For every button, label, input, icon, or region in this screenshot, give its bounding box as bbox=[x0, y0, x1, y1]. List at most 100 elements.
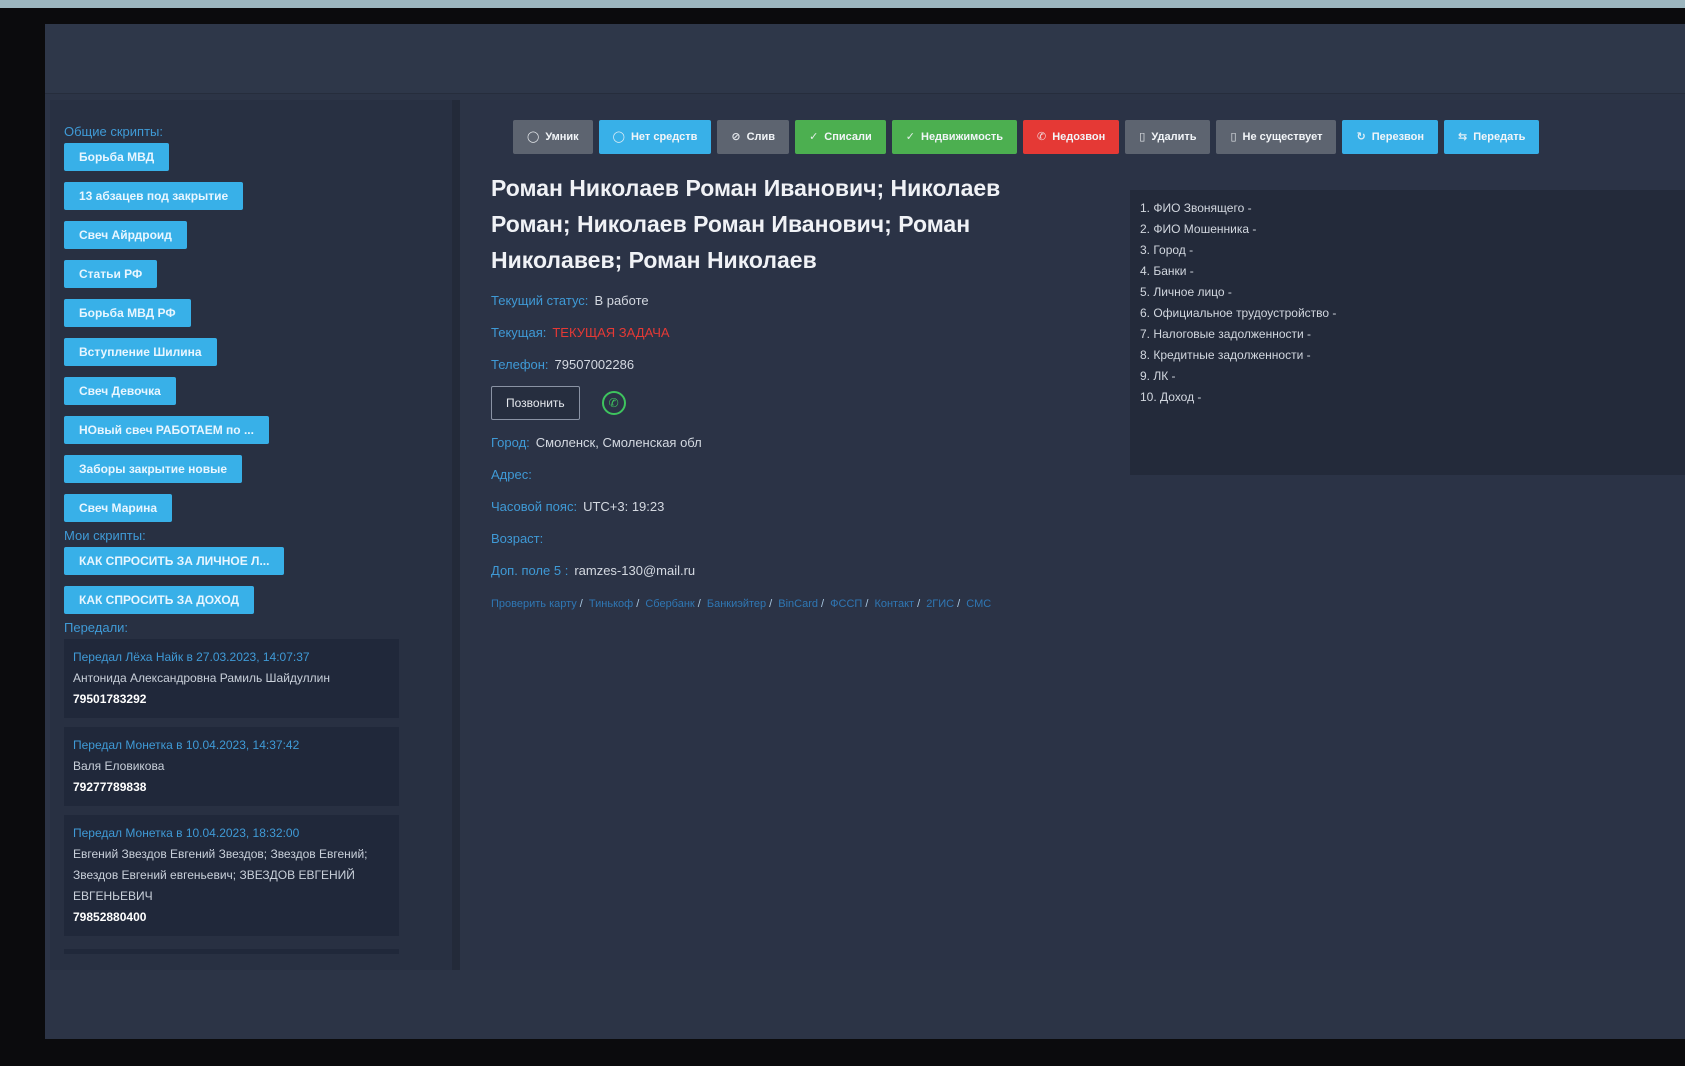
status-button-no-funds[interactable]: ◯ Нет средств bbox=[598, 120, 712, 154]
checklist-item: 6. Официальное трудоустройство - bbox=[1140, 306, 1337, 320]
age-row: Возраст: bbox=[491, 530, 1051, 548]
lead-card: Роман Николаев Роман Иванович; Николаев … bbox=[491, 170, 1051, 610]
notes-checklist[interactable]: 1. ФИО Звонящего - 2. ФИО Мошенника - 3.… bbox=[1130, 190, 1685, 475]
timezone-row: Часовой пояс: UTC+3: 19:23 bbox=[491, 498, 1051, 516]
checklist-item: 4. Банки - bbox=[1140, 264, 1194, 278]
script-button[interactable]: Борьба МВД РФ bbox=[64, 299, 191, 327]
transfers-list: Передал Лёха Найк в 27.03.2023, 14:07:37… bbox=[64, 639, 452, 954]
lead-title: Роман Николаев Роман Иванович; Николаев … bbox=[491, 175, 1001, 273]
status-button-real-estate[interactable]: ✓ Недвижимость bbox=[891, 120, 1017, 154]
my-scripts-label: Мои скрипты: bbox=[64, 528, 146, 543]
external-links: Проверить карту / Тинькоф / Сбербанк / Банк… bbox=[491, 598, 992, 610]
script-button[interactable]: Заборы закрытие новые bbox=[64, 455, 243, 483]
link-fssp[interactable]: ФССП bbox=[830, 598, 862, 610]
top-bar bbox=[45, 24, 1685, 94]
city-value: Смоленск, Смоленская обл bbox=[535, 435, 702, 450]
status-button-umnik[interactable]: ◯ Умник bbox=[513, 120, 593, 154]
task-value: ТЕКУЩАЯ ЗАДАЧА bbox=[552, 325, 670, 340]
check-circle-icon: ✓ bbox=[809, 131, 819, 143]
transfer-header: Передал Монетка в 10.04.2023, 18:32:00 bbox=[73, 826, 300, 840]
script-button[interactable]: Статьи РФ bbox=[64, 260, 158, 288]
script-button[interactable]: Вступление Шилина bbox=[64, 338, 217, 366]
transfer-card[interactable]: Передал Монетка в 10.04.2023, 18:32:00 Е… bbox=[64, 815, 399, 936]
transfer-phone: 79501783292 bbox=[73, 692, 147, 706]
phone-value: 79507002286 bbox=[554, 357, 635, 372]
status-label: Текущий статус: bbox=[491, 293, 589, 308]
link-tinkoff[interactable]: Тинькоф bbox=[589, 598, 633, 610]
trash-icon: ▯ bbox=[1230, 131, 1237, 143]
transfer-client-name: Евгений Звездов Евгений Звездов; Звездов… bbox=[73, 847, 368, 903]
checklist-item: 10. Доход - bbox=[1140, 390, 1202, 404]
task-row: Текущая: ТЕКУЩАЯ ЗАДАЧА bbox=[491, 324, 1051, 342]
script-button[interactable]: Свеч Айрдроид bbox=[64, 221, 187, 249]
transfer-icon: ⇆ bbox=[1458, 131, 1468, 143]
age-label: Возраст: bbox=[491, 531, 544, 546]
city-row: Город: Смоленск, Смоленская обл bbox=[491, 434, 1051, 452]
phone-label: Телефон: bbox=[491, 357, 549, 372]
circle-icon: ◯ bbox=[612, 131, 625, 143]
phone-icon: ✆ bbox=[1036, 131, 1047, 143]
extra-field-value: ramzes-130@mail.ru bbox=[574, 563, 696, 578]
common-scripts-label: Общие скрипты: bbox=[64, 124, 163, 139]
circle-icon: ◯ bbox=[527, 131, 540, 143]
checklist-item: 7. Налоговые задолженности - bbox=[1140, 327, 1312, 341]
link-check-card[interactable]: Проверить карту bbox=[491, 598, 577, 610]
link-bank[interactable]: Банкиэйтер bbox=[707, 598, 766, 610]
link-bincard[interactable]: BinCard bbox=[778, 598, 818, 610]
ban-icon: ⊘ bbox=[731, 131, 741, 143]
trash-icon: ▯ bbox=[1139, 131, 1146, 143]
script-button[interactable]: КАК СПРОСИТЬ ЗА ЛИЧНОЕ Л... bbox=[64, 547, 285, 575]
script-button[interactable]: Свеч Девочка bbox=[64, 377, 176, 405]
status-button-drain[interactable]: ⊘ Слив bbox=[717, 120, 790, 154]
call-button[interactable]: Позвонить bbox=[491, 386, 580, 420]
status-row: Текущий статус: В работе bbox=[491, 292, 1051, 310]
transfer-header: Передал Лёха Найк в 27.03.2023, 14:07:37 bbox=[73, 650, 310, 664]
list-divider bbox=[64, 949, 399, 954]
checklist-item: 9. ЛК - bbox=[1140, 369, 1176, 383]
transfer-header: Передал Монетка в 10.04.2023, 14:37:42 bbox=[73, 738, 300, 752]
link-sms[interactable]: СМС bbox=[966, 598, 991, 610]
whatsapp-icon[interactable]: ✆ bbox=[601, 391, 626, 415]
extra-field-label: Доп. поле 5 : bbox=[491, 563, 569, 578]
script-button[interactable]: Свеч Марина bbox=[64, 494, 173, 522]
checklist-item: 8. Кредитные задолженности - bbox=[1140, 348, 1311, 362]
transfer-card[interactable]: Передал Лёха Найк в 27.03.2023, 14:07:37… bbox=[64, 639, 399, 718]
status-toolbar: ◯ Умник ◯ Нет средств ⊘ Слив ✓ Списали ✓ Недв… bbox=[513, 120, 1540, 154]
script-button[interactable]: Борьба МВД bbox=[64, 143, 170, 171]
status-button-delete[interactable]: ▯ Удалить bbox=[1125, 120, 1211, 154]
scripts-sidebar: Общие скрипты: Борьба МВД 13 абзацев под… bbox=[50, 100, 460, 970]
status-button-written-off[interactable]: ✓ Списали bbox=[795, 120, 886, 154]
link-sberbank[interactable]: Сбербанк bbox=[645, 598, 694, 610]
check-circle-icon: ✓ bbox=[905, 131, 915, 143]
transfer-phone: 79852880400 bbox=[73, 910, 147, 924]
refresh-icon: ↻ bbox=[1356, 131, 1366, 143]
address-label: Адрес: bbox=[491, 467, 532, 482]
checklist-item: 3. Город - bbox=[1140, 243, 1194, 257]
transfer-phone: 79277789838 bbox=[73, 780, 147, 794]
status-button-transfer[interactable]: ⇆ Передать bbox=[1444, 120, 1540, 154]
phone-row: Телефон: 79507002286 bbox=[491, 356, 1051, 374]
task-label: Текущая: bbox=[491, 325, 547, 340]
address-row: Адрес: bbox=[491, 466, 1051, 484]
city-label: Город: bbox=[491, 435, 530, 450]
transfer-client-name: Антонида Александровна Рамиль Шайдуллин bbox=[73, 671, 330, 685]
checklist-item: 5. Личное лицо - bbox=[1140, 285, 1232, 299]
status-button-callback[interactable]: ↻ Перезвон bbox=[1342, 120, 1439, 154]
timezone-value: UTC+3: 19:23 bbox=[583, 499, 665, 514]
status-button-not-exists[interactable]: ▯ Не существует bbox=[1216, 120, 1337, 154]
link-contact[interactable]: Контакт bbox=[874, 598, 914, 610]
link-2gis[interactable]: 2ГИС bbox=[926, 598, 954, 610]
timezone-label: Часовой пояс: bbox=[491, 499, 578, 514]
call-actions: Позвонить ✆ bbox=[491, 386, 1051, 420]
script-button[interactable]: НОвый свеч РАБОТАЕМ по ... bbox=[64, 416, 269, 444]
app-screen: Общие скрипты: Борьба МВД 13 абзацев под… bbox=[45, 24, 1685, 1039]
script-button[interactable]: 13 абзацев под закрытие bbox=[64, 182, 244, 210]
transfers-label: Передали: bbox=[64, 620, 129, 635]
common-scripts-list: Борьба МВД 13 абзацев под закрытие Свеч … bbox=[64, 143, 452, 522]
transfer-client-name: Валя Еловикова bbox=[73, 759, 165, 773]
script-button[interactable]: КАК СПРОСИТЬ ЗА ДОХОД bbox=[64, 586, 255, 614]
transfer-card[interactable]: Передал Монетка в 10.04.2023, 14:37:42 В… bbox=[64, 727, 399, 806]
status-button-no-answer[interactable]: ✆ Недозвон bbox=[1022, 120, 1120, 154]
monitor-bezel bbox=[0, 0, 1685, 8]
status-value: В работе bbox=[594, 293, 649, 308]
